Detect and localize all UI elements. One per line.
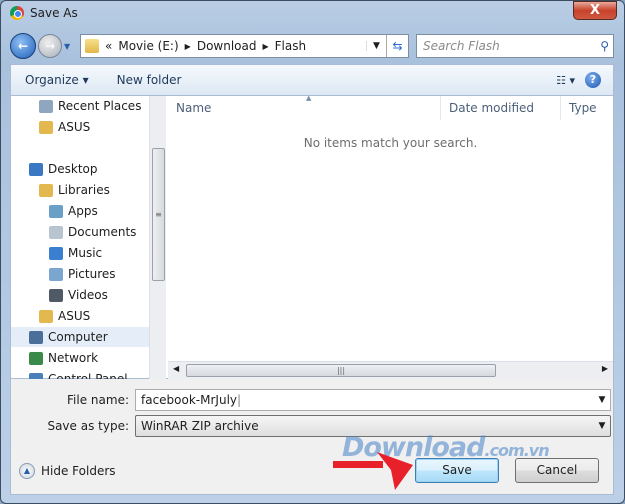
type-dropdown-icon[interactable]: ▼ xyxy=(594,421,610,431)
breadcrumb-overflow[interactable]: « xyxy=(105,39,112,53)
sidebar-scrollbar[interactable]: ≡ xyxy=(149,96,166,379)
back-button[interactable]: ← xyxy=(10,33,36,59)
sidebar-item-label: Apps xyxy=(68,204,98,218)
file-name-dropdown-icon[interactable]: ▼ xyxy=(594,395,610,405)
address-bar[interactable]: « Movie (E:) ▶ Download ▶ Flash ▼ ⇆ xyxy=(80,34,409,58)
sidebar-item-music[interactable]: Music xyxy=(49,243,102,263)
sidebar-item-documents[interactable]: Documents xyxy=(49,222,136,242)
title-bar: Save As xyxy=(10,6,78,20)
libraries-icon xyxy=(39,183,53,197)
apps-icon xyxy=(49,204,63,218)
pictures-icon xyxy=(49,267,63,281)
sort-arrow-icon: ▲ xyxy=(306,94,312,102)
sidebar-item-apps[interactable]: Apps xyxy=(49,201,98,221)
music-icon xyxy=(49,246,63,260)
refresh-icon[interactable]: ⇆ xyxy=(386,35,408,57)
sidebar-item-control-panel[interactable]: Control Panel xyxy=(29,369,128,379)
hide-folders-button[interactable]: ▲ Hide Folders xyxy=(19,463,116,479)
sidebar-item-label: Control Panel xyxy=(48,372,128,379)
sidebar-item-asus[interactable]: ASUS xyxy=(39,306,90,326)
sidebar-item-label: Recent Places xyxy=(58,99,142,113)
horizontal-scrollbar[interactable]: ◀ ||| ▶ xyxy=(168,361,613,379)
sidebar-item-computer[interactable]: Computer xyxy=(11,327,149,347)
scroll-left-icon[interactable]: ◀ xyxy=(173,364,179,373)
chrome-icon xyxy=(10,6,24,20)
views-button[interactable]: ☷ ▾ xyxy=(546,74,585,87)
hide-folders-label: Hide Folders xyxy=(41,464,116,478)
sidebar-item-videos[interactable]: Videos xyxy=(49,285,108,305)
sidebar-item-label: Documents xyxy=(68,225,137,239)
column-name[interactable]: Name xyxy=(168,96,441,120)
column-type[interactable]: Type xyxy=(561,96,621,120)
videos-icon xyxy=(49,288,63,302)
search-placeholder: Search Flash xyxy=(423,39,500,53)
new-folder-button[interactable]: New folder xyxy=(103,73,196,87)
breadcrumb-flash[interactable]: Flash xyxy=(275,39,306,53)
close-button[interactable]: X xyxy=(573,1,617,20)
address-dropdown-icon[interactable]: ▼ xyxy=(366,41,386,51)
file-name-input[interactable]: facebook-MrJuly | ▼ xyxy=(135,389,611,411)
sidebar-item-recent-places[interactable]: Recent Places xyxy=(39,96,141,116)
chevron-right-icon[interactable]: ▶ xyxy=(262,42,268,51)
save-as-type-value: WinRAR ZIP archive xyxy=(141,419,259,433)
computer-icon xyxy=(29,330,43,344)
sidebar-item-label: Computer xyxy=(48,330,108,344)
network-icon xyxy=(29,351,43,365)
chevron-up-icon: ▲ xyxy=(19,463,35,479)
sidebar-item-label: ASUS xyxy=(58,309,91,323)
folder-icon xyxy=(39,120,53,134)
file-list: Name ▲ Date modified Type No items match… xyxy=(168,94,613,379)
column-date-modified[interactable]: Date modified xyxy=(441,96,561,120)
sidebar-item-label: Videos xyxy=(68,288,108,302)
forward-button[interactable]: → xyxy=(38,34,62,58)
search-icon[interactable]: ⚲ xyxy=(600,39,609,53)
toolbar: Organize ▾ New folder ☷ ▾ ? xyxy=(10,64,614,96)
sidebar-item-label: Network xyxy=(48,351,99,365)
history-dropdown-icon[interactable]: ▼ xyxy=(64,42,70,51)
scrollbar-thumb[interactable]: ≡ xyxy=(152,148,165,281)
search-input[interactable]: Search Flash ⚲ xyxy=(416,34,614,58)
folder-icon xyxy=(85,39,99,53)
breadcrumb-movie[interactable]: Movie (E:) xyxy=(118,39,178,53)
window-title: Save As xyxy=(30,6,78,20)
sidebar-item-label: Pictures xyxy=(68,267,116,281)
sidebar-item-network[interactable]: Network xyxy=(29,348,98,368)
scrollbar-thumb[interactable]: ||| xyxy=(186,364,496,377)
sidebar-item-label: Music xyxy=(68,246,103,260)
desktop-icon xyxy=(29,162,43,176)
sidebar-item-label: Libraries xyxy=(58,183,110,197)
sidebar-item-libraries[interactable]: Libraries xyxy=(39,180,110,200)
help-icon[interactable]: ? xyxy=(585,72,601,88)
recent-places-icon xyxy=(39,99,53,113)
save-as-type-label: Save as type: xyxy=(47,419,129,433)
file-name-label: File name: xyxy=(67,393,129,407)
sidebar-item-desktop[interactable]: Desktop xyxy=(29,159,98,179)
user-folder-icon xyxy=(39,309,53,323)
sidebar-item-label: ASUS xyxy=(58,120,91,134)
organize-button[interactable]: Organize ▾ xyxy=(11,73,103,87)
sidebar-item-pictures[interactable]: Pictures xyxy=(49,264,116,284)
breadcrumb-download[interactable]: Download xyxy=(197,39,257,53)
sidebar-item-label: Desktop xyxy=(48,162,98,176)
chevron-right-icon[interactable]: ▶ xyxy=(185,42,191,51)
sidebar-item-asus[interactable]: ASUS xyxy=(39,117,90,137)
scroll-right-icon[interactable]: ▶ xyxy=(602,364,608,373)
file-name-value[interactable]: facebook-MrJuly xyxy=(141,393,237,407)
documents-icon xyxy=(49,225,63,239)
navigation-pane: Recent Places ASUS Desktop Libraries Apps Doc… xyxy=(11,96,166,379)
empty-message: No items match your search. xyxy=(303,136,478,150)
red-arrow-icon xyxy=(333,452,413,490)
